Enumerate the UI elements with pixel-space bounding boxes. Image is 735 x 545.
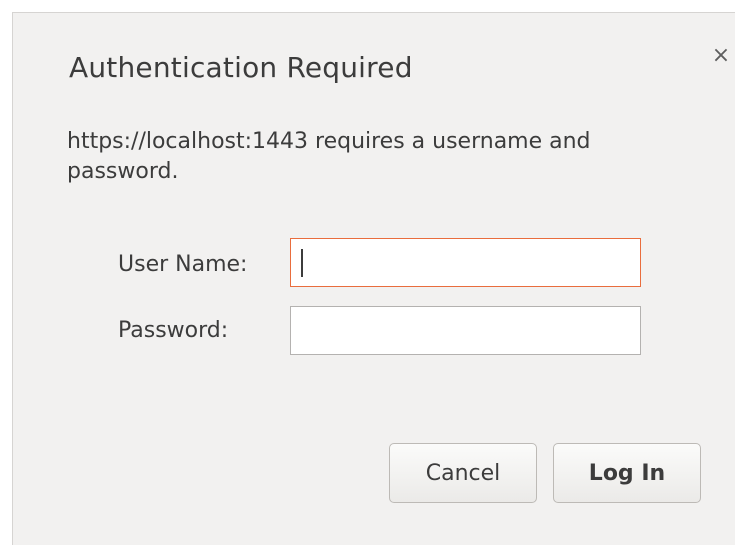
dialog-title: Authentication Required	[69, 51, 413, 84]
username-input[interactable]	[290, 238, 641, 287]
dialog-message: https://localhost:1443 requires a userna…	[67, 129, 591, 184]
close-icon[interactable]: ×	[706, 41, 735, 71]
cancel-button[interactable]: Cancel	[389, 443, 537, 503]
password-label: Password:	[118, 318, 229, 343]
password-input[interactable]	[290, 306, 641, 355]
username-label: User Name:	[118, 252, 248, 277]
login-button[interactable]: Log In	[553, 443, 701, 503]
text-caret	[301, 249, 303, 277]
